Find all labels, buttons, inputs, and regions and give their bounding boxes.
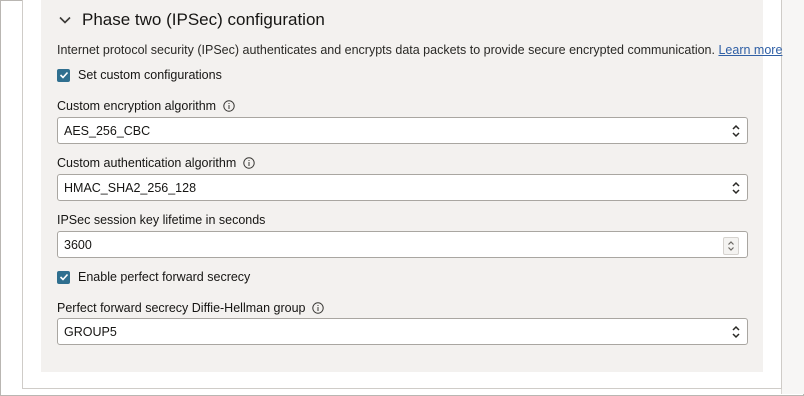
chevron-down-icon[interactable] <box>58 13 72 27</box>
dh-group-select[interactable]: GROUP5 <box>57 318 748 345</box>
select-updown-icon <box>732 181 740 195</box>
pfs-checkbox[interactable] <box>57 270 70 284</box>
info-icon[interactable] <box>243 157 255 169</box>
authentication-select[interactable]: HMAC_SHA2_256_128 <box>57 174 748 201</box>
description-text: Internet protocol security (IPSec) authe… <box>57 43 715 57</box>
info-icon[interactable] <box>223 100 235 112</box>
section-description: Internet protocol security (IPSec) authe… <box>57 43 782 57</box>
lifetime-value: 3600 <box>64 237 92 252</box>
custom-config-label: Set custom configurations <box>78 68 222 82</box>
encryption-label-row: Custom encryption algorithm <box>57 99 235 113</box>
dh-group-label-row: Perfect forward secrecy Diffie-Hellman g… <box>57 301 325 315</box>
authentication-value: HMAC_SHA2_256_128 <box>64 180 197 195</box>
encryption-value: AES_256_CBC <box>64 123 151 138</box>
lifetime-label: IPSec session key lifetime in seconds <box>57 213 266 227</box>
custom-config-checkbox-row[interactable]: Set custom configurations <box>57 68 222 82</box>
info-icon[interactable] <box>312 302 325 314</box>
authentication-label-row: Custom authentication algorithm <box>57 156 255 170</box>
encryption-label: Custom encryption algorithm <box>57 99 217 113</box>
select-updown-icon <box>732 325 740 339</box>
section-title: Phase two (IPSec) configuration <box>82 10 325 29</box>
right-scroll-rail[interactable] <box>781 0 804 394</box>
pfs-checkbox-row[interactable]: Enable perfect forward secrecy <box>57 270 250 284</box>
checkmark-icon <box>59 273 68 281</box>
stepper-icon[interactable] <box>723 237 739 255</box>
custom-config-checkbox[interactable] <box>57 68 70 82</box>
section-header[interactable]: Phase two (IPSec) configuration <box>58 8 325 32</box>
lifetime-input[interactable]: 3600 <box>57 231 748 258</box>
encryption-select[interactable]: AES_256_CBC <box>57 117 748 144</box>
dh-group-value: GROUP5 <box>64 324 117 339</box>
select-updown-icon <box>732 124 740 138</box>
lifetime-label-row: IPSec session key lifetime in seconds <box>57 213 265 227</box>
checkmark-icon <box>59 71 68 79</box>
pfs-label: Enable perfect forward secrecy <box>78 270 251 284</box>
authentication-label: Custom authentication algorithm <box>57 156 237 170</box>
dh-group-label: Perfect forward secrecy Diffie-Hellman g… <box>57 301 306 315</box>
learn-more-link[interactable]: Learn more <box>718 43 782 57</box>
